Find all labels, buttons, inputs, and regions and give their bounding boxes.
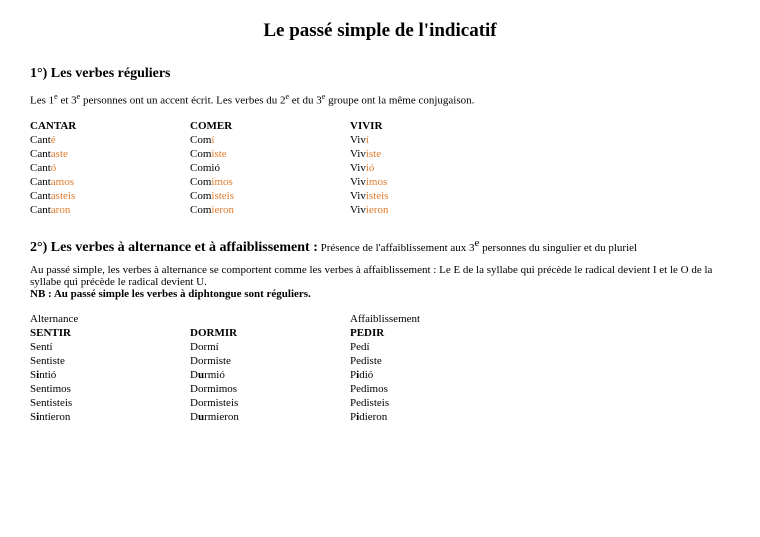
section2-para: Au passé simple, les verbes à alternance…: [30, 264, 730, 288]
col-label-affaiblissement: Affaiblissement: [350, 312, 510, 326]
verb-head-cantar: CANTAR: [30, 119, 190, 133]
section1-heading: 1°) Les verbes réguliers: [30, 66, 730, 82]
alternance-table: Alternance Affaiblissement SENTIR DORMIR…: [30, 312, 510, 424]
intro-text: personnes ont un accent écrit. Les verbe…: [80, 95, 285, 107]
table-cell: Dormimos: [190, 382, 350, 396]
table-cell: Cantamos: [30, 175, 190, 189]
verb-head-comer: COMER: [190, 119, 350, 133]
table-cell: Sentí: [30, 340, 190, 354]
intro-text: et du 3: [289, 95, 322, 107]
intro-text: groupe ont la même conjugaison.: [325, 95, 474, 107]
table-cell: Pidió: [350, 368, 510, 382]
table-cell: Pedí: [350, 340, 510, 354]
table-cell: Canté: [30, 133, 190, 147]
verb-head-dormir: DORMIR: [190, 326, 350, 340]
regular-verbs-table: CANTAR COMER VIVIR Canté Comí Viví Canta…: [30, 119, 510, 217]
table-cell: Dormisteis: [190, 396, 350, 410]
section2-nb: NB : Au passé simple les verbes à diphto…: [30, 288, 730, 300]
table-cell: Cantaron: [30, 203, 190, 217]
section2-sub: personnes du singulier et du pluriel: [479, 242, 637, 254]
table-cell: Comisteis: [190, 189, 350, 203]
intro-text: Les 1: [30, 95, 54, 107]
table-cell: Durmieron: [190, 410, 350, 424]
verb-head-vivir: VIVIR: [350, 119, 510, 133]
table-cell: Pedimos: [350, 382, 510, 396]
table-cell: Cantó: [30, 161, 190, 175]
table-cell: Comieron: [190, 203, 350, 217]
col-label-alternance: Alternance: [30, 312, 190, 326]
verb-head-pedir: PEDIR: [350, 326, 510, 340]
table-cell: Viví: [350, 133, 510, 147]
table-cell: Pedisteis: [350, 396, 510, 410]
table-cell: Durmió: [190, 368, 350, 382]
section2-heading-line: 2°) Les verbes à alternance et à affaibl…: [30, 237, 730, 256]
table-cell: Comiste: [190, 147, 350, 161]
table-cell: Comí: [190, 133, 350, 147]
table-cell: Pidieron: [350, 410, 510, 424]
table-cell: Vivieron: [350, 203, 510, 217]
table-cell: Dormí: [190, 340, 350, 354]
table-cell: Viviste: [350, 147, 510, 161]
verb-head-sentir: SENTIR: [30, 326, 190, 340]
page-title: Le passé simple de l'indicatif: [30, 20, 730, 42]
table-cell: Pediste: [350, 354, 510, 368]
table-cell: Comió: [190, 161, 350, 175]
table-cell: Vivisteis: [350, 189, 510, 203]
table-cell: Sintieron: [30, 410, 190, 424]
table-cell: Sintió: [30, 368, 190, 382]
table-cell: Dormiste: [190, 354, 350, 368]
table-cell: Vivió: [350, 161, 510, 175]
table-cell: Sentisteis: [30, 396, 190, 410]
table-cell: Cantaste: [30, 147, 190, 161]
table-cell: Sentimos: [30, 382, 190, 396]
table-cell: Cantasteis: [30, 189, 190, 203]
section1-intro: Les 1e et 3e personnes ont un accent écr…: [30, 92, 730, 107]
intro-text: et 3: [58, 95, 77, 107]
table-cell: Comimos: [190, 175, 350, 189]
table-cell: Vivimos: [350, 175, 510, 189]
table-cell: Sentiste: [30, 354, 190, 368]
section2-sub: Présence de l'affaiblissement aux 3: [318, 242, 475, 254]
section2-heading: 2°) Les verbes à alternance et à affaibl…: [30, 240, 318, 255]
